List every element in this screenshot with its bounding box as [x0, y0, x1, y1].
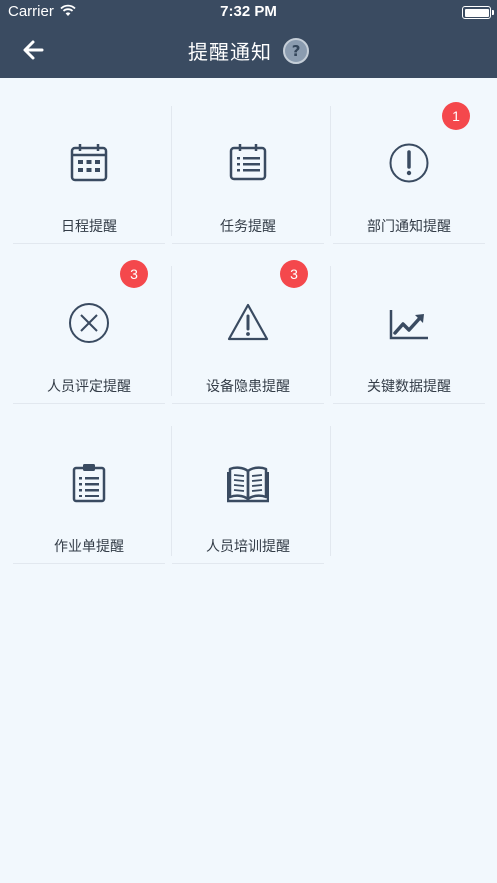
- exclamation-circle-icon: [389, 143, 429, 183]
- tile-label: 日程提醒: [61, 219, 117, 235]
- warning-triangle-icon: [227, 303, 269, 341]
- divider: [13, 243, 165, 244]
- divider: [13, 403, 165, 404]
- tile-equipment-hazard-reminder[interactable]: 设备隐患提醒 3: [172, 254, 331, 404]
- divider: [172, 563, 324, 564]
- notification-badge: 3: [120, 260, 148, 288]
- tile-label: 任务提醒: [220, 219, 276, 235]
- line-chart-icon: [389, 310, 428, 340]
- nav-header: Carrier 7:32 PM 提醒通知 ?: [0, 0, 497, 78]
- page-title: 提醒通知: [187, 40, 272, 64]
- tile-schedule-reminder[interactable]: 日程提醒: [13, 94, 172, 244]
- open-book-icon: [227, 466, 269, 503]
- tile-personnel-evaluation-reminder[interactable]: 人员评定提醒 3: [13, 254, 172, 404]
- tile-label: 部门通知提醒: [367, 219, 451, 235]
- tile-personnel-training-reminder[interactable]: 人员培训提醒: [172, 414, 331, 564]
- divider: [172, 243, 324, 244]
- x-circle-icon: [69, 303, 109, 343]
- tile-department-notice-reminder[interactable]: 部门通知提醒 1: [333, 94, 485, 244]
- tile-label: 作业单提醒: [54, 539, 124, 555]
- tile-label: 设备隐患提醒: [206, 379, 290, 395]
- notification-badge: 3: [280, 260, 308, 288]
- tile-task-reminder[interactable]: 任务提醒: [172, 94, 331, 244]
- tile-key-data-reminder[interactable]: 关键数据提醒: [333, 254, 485, 404]
- task-list-icon: [229, 144, 267, 181]
- status-bar: Carrier 7:32 PM: [0, 0, 497, 26]
- title-bar: 提醒通知 ?: [0, 36, 497, 66]
- divider: [333, 243, 485, 244]
- battery-icon: [462, 6, 494, 19]
- tile-label: 人员培训提醒: [206, 539, 290, 555]
- divider: [333, 403, 485, 404]
- tile-label: 人员评定提醒: [47, 379, 131, 395]
- tile-work-order-reminder[interactable]: 作业单提醒: [13, 414, 172, 564]
- calendar-icon: [70, 144, 108, 182]
- status-time: 7:32 PM: [220, 3, 277, 20]
- notification-badge: 1: [442, 102, 470, 130]
- divider: [330, 426, 331, 556]
- divider: [330, 106, 331, 236]
- divider: [172, 403, 324, 404]
- divider: [13, 563, 165, 564]
- clipboard-icon: [72, 464, 106, 503]
- divider: [330, 266, 331, 396]
- help-button[interactable]: ?: [283, 37, 310, 64]
- tile-label: 关键数据提醒: [367, 379, 451, 395]
